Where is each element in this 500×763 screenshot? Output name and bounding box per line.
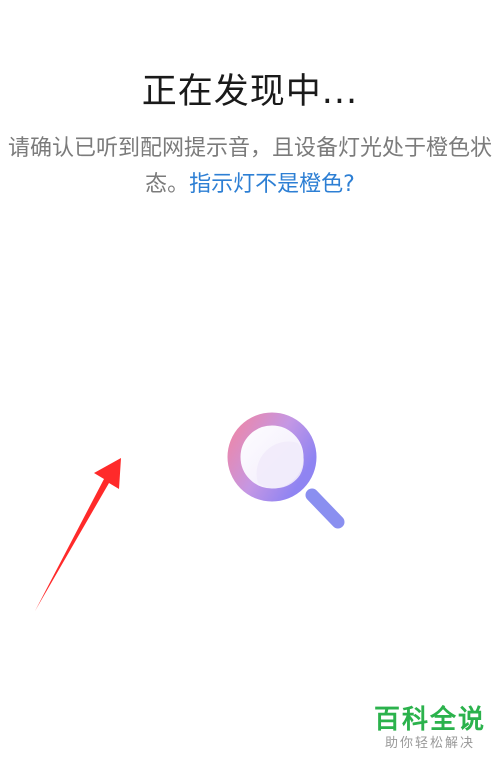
page-title: 正在发现中... bbox=[141, 72, 359, 112]
watermark-subtitle: 助你轻松解决 bbox=[384, 736, 475, 751]
watermark-title: 百科全说 bbox=[373, 705, 486, 735]
watermark: 百科全说 助你轻松解决 bbox=[374, 705, 486, 753]
pairing-instructions: 请确认已听到配网提示音，且设备灯光处于橙色状态。指示灯不是橙色? bbox=[8, 131, 492, 203]
search-icon bbox=[227, 412, 345, 529]
indicator-help-link[interactable]: 指示灯不是橙色? bbox=[189, 172, 355, 197]
